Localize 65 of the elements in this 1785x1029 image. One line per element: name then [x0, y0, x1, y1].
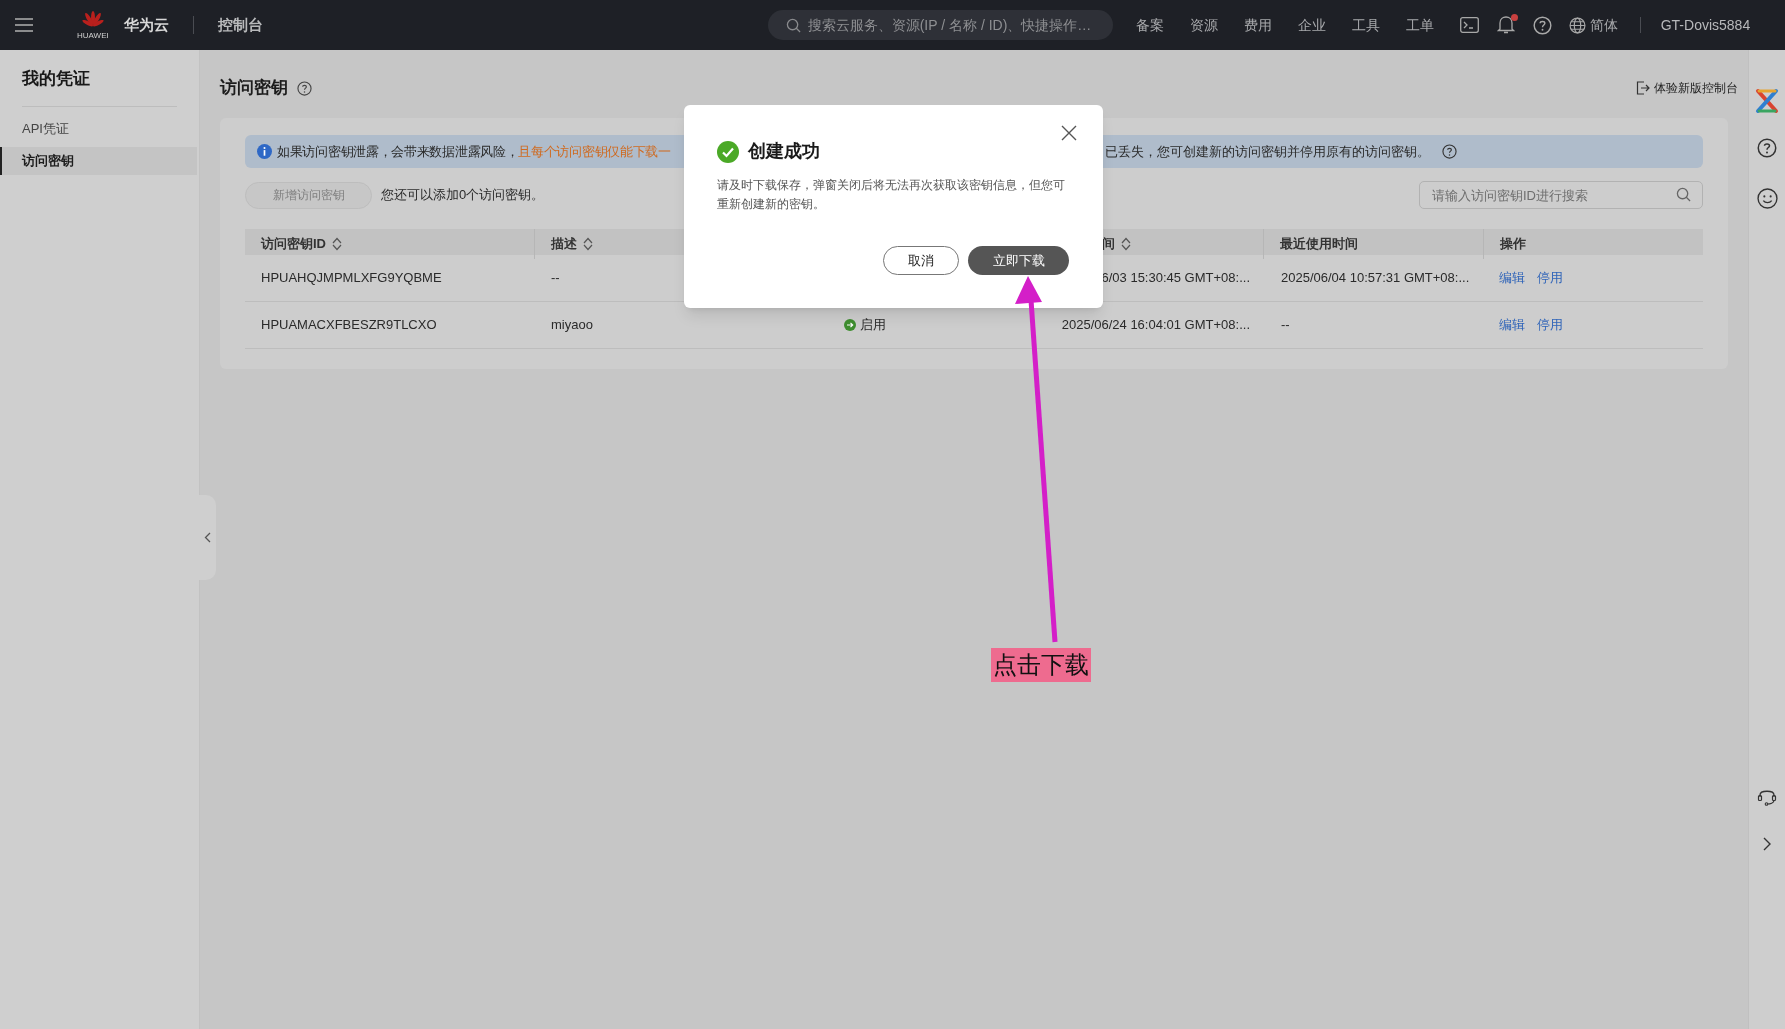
- column-header: 描述: [551, 235, 577, 253]
- action-link[interactable]: 停用: [1537, 315, 1563, 335]
- smiley-icon[interactable]: [1756, 188, 1778, 209]
- table-cell-text: --: [550, 269, 561, 288]
- dialog-title: 创建成功: [748, 140, 820, 163]
- quota-note: 您还可以添加0个访问密钥。: [381, 186, 545, 205]
- sidebar-item[interactable]: API凭证: [0, 114, 197, 143]
- sidebar-title: 我的凭证: [22, 50, 177, 107]
- action-link[interactable]: 停用: [1537, 268, 1563, 288]
- help-icon[interactable]: [1442, 144, 1457, 159]
- logo-caption: HUAWEI: [77, 30, 109, 40]
- annotation-label: 点击下载: [991, 648, 1091, 682]
- ribbon-logo-icon[interactable]: [1755, 88, 1779, 114]
- nav-link[interactable]: 企业: [1297, 14, 1326, 36]
- help-icon[interactable]: [1532, 15, 1552, 35]
- table-cell-text: 2025/06/04 10:57:31 GMT+08:...: [1280, 269, 1471, 288]
- status-label: 启用: [860, 316, 886, 335]
- column-header: 间: [1102, 235, 1115, 253]
- sidebar-item[interactable]: 访问密钥: [0, 146, 197, 175]
- page-title: 访问密钥: [220, 77, 288, 100]
- terminal-icon[interactable]: [1459, 17, 1479, 33]
- exit-icon[interactable]: [1636, 81, 1650, 95]
- dialog-button[interactable]: 取消: [883, 246, 959, 275]
- action-link[interactable]: 编辑: [1499, 268, 1525, 288]
- action-link[interactable]: 编辑: [1499, 315, 1525, 335]
- console-title[interactable]: 控制台: [217, 13, 263, 37]
- table-cell-text: 2025/06/24 16:04:01 GMT+08:...: [1061, 316, 1250, 335]
- sort-icon[interactable]: [1121, 236, 1131, 251]
- search-field[interactable]: 搜索云服务、资源(IP / 名称 / ID)、快捷操作…: [767, 10, 1113, 40]
- chevron-right-icon[interactable]: [1763, 837, 1771, 851]
- success-icon: [717, 140, 739, 163]
- column-header: 最近使用时间: [1280, 235, 1358, 253]
- key-search-field[interactable]: 请输入访问密钥ID进行搜索: [1419, 181, 1703, 209]
- banner-text: 如果访问密钥泄露，会带来数据泄露风险，: [277, 142, 519, 161]
- table-cell-text: --: [1280, 316, 1291, 335]
- new-console-link[interactable]: 体验新版控制台: [1654, 79, 1738, 97]
- column-header: 操作: [1500, 235, 1526, 253]
- dialog-message: 请及时下载保存，弹窗关闭后将无法再次获取该密钥信息，但您可重新创建新的密钥。: [717, 177, 1066, 213]
- nav-link[interactable]: 费用: [1243, 14, 1272, 36]
- table-cell-text: HPUAMACXFBESZR9TLCXO: [260, 316, 438, 335]
- dialog-button[interactable]: 立即下载: [968, 246, 1069, 275]
- info-icon: [257, 144, 272, 159]
- nav-link[interactable]: 资源: [1189, 14, 1218, 36]
- search-icon[interactable]: [785, 18, 801, 33]
- search-icon[interactable]: [1676, 187, 1691, 202]
- brand-name[interactable]: 华为云: [123, 13, 169, 37]
- menu-icon[interactable]: [15, 18, 33, 32]
- nav-link[interactable]: 备案: [1135, 14, 1164, 36]
- chevron-left-icon[interactable]: [204, 532, 211, 543]
- table-cell-text: miyaoo: [550, 316, 594, 335]
- table-cell-text: HPUAHQJMPMLXFG9YQBME: [260, 269, 443, 288]
- help-icon[interactable]: [297, 80, 312, 96]
- banner-text: 已丢失，您可创建新的访问密钥并停用原有的访问密钥。: [1105, 142, 1430, 161]
- column-header: 访问密钥ID: [261, 235, 326, 253]
- nav-link[interactable]: 工单: [1405, 14, 1434, 36]
- bell-icon[interactable]: [1496, 15, 1515, 35]
- help-icon[interactable]: [1757, 138, 1777, 158]
- close-icon[interactable]: [1061, 125, 1077, 141]
- nav-link[interactable]: 工具: [1351, 14, 1380, 36]
- user-name[interactable]: GT-Dovis5884: [1660, 14, 1751, 36]
- language-menu[interactable]: 简体: [1568, 14, 1618, 36]
- sort-icon[interactable]: [583, 236, 593, 251]
- sort-icon[interactable]: [332, 236, 342, 251]
- collapse-handle[interactable]: [199, 495, 216, 580]
- globe-icon: [1568, 16, 1586, 34]
